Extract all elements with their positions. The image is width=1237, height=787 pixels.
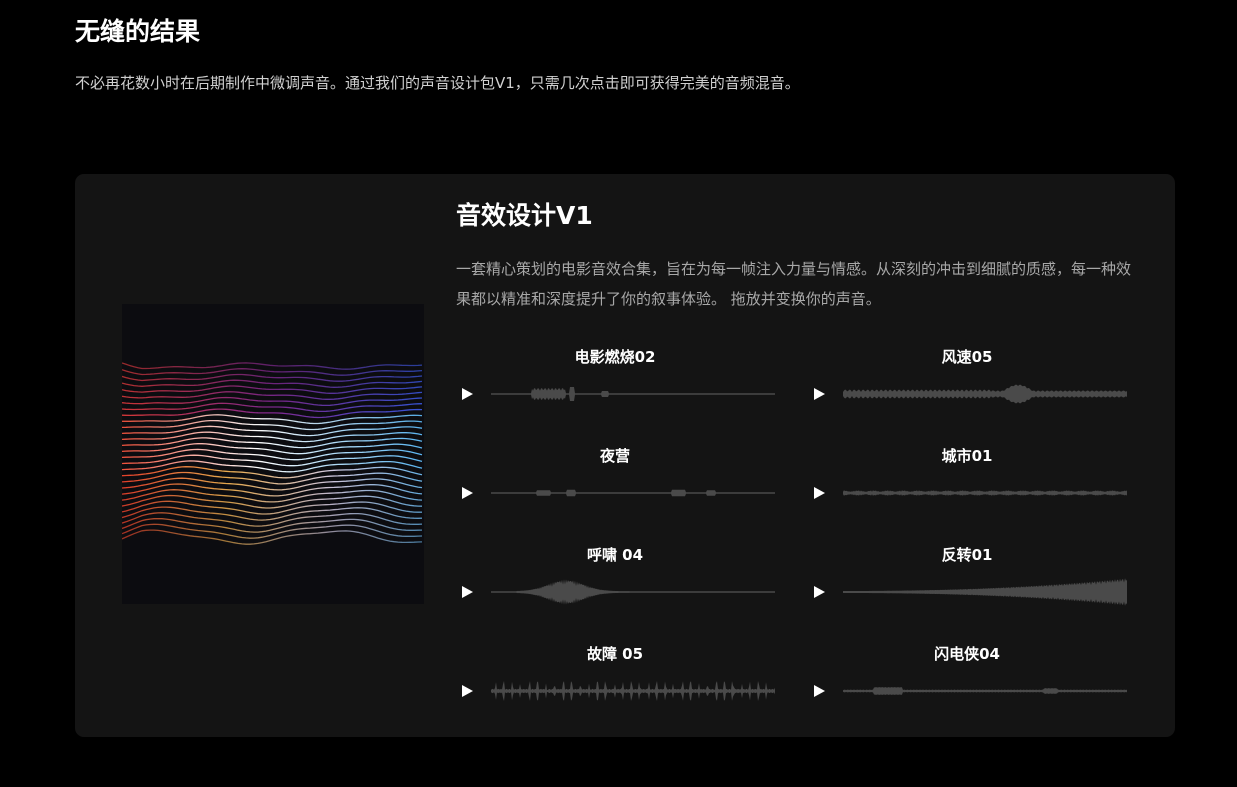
play-button[interactable]	[456, 679, 480, 703]
track-name: 故障 05	[586, 645, 644, 663]
track-item: 闪电侠04	[808, 644, 1128, 714]
play-button[interactable]	[808, 679, 832, 703]
waveform[interactable]	[491, 673, 775, 709]
play-icon	[462, 487, 473, 499]
waveform-shape	[843, 384, 1127, 404]
play-icon	[814, 685, 825, 697]
section-title: 无缝的结果	[75, 17, 201, 46]
art-wave-line	[122, 402, 423, 413]
waveform-shape	[491, 579, 775, 605]
track-item: 城市01	[808, 446, 1128, 516]
play-button[interactable]	[808, 382, 832, 406]
product-description: 一套精心策划的电影音效合集，旨在为每一帧注入力量与情感。从深刻的冲击到细腻的质感…	[456, 260, 1132, 308]
art-wave-line	[122, 471, 423, 485]
art-wave-line	[122, 414, 423, 425]
track-name: 夜营	[599, 447, 630, 465]
art-wave-line	[122, 443, 423, 455]
waveform[interactable]	[491, 574, 775, 610]
waveform[interactable]	[843, 574, 1127, 610]
play-icon	[814, 487, 825, 499]
art-wave-line	[122, 419, 423, 431]
art-wave-line	[122, 385, 423, 394]
play-icon	[462, 388, 473, 400]
play-icon	[462, 685, 473, 697]
art-wave-line	[122, 391, 423, 400]
track-item: 电影燃烧02	[456, 347, 776, 417]
art-wave-line	[122, 373, 423, 382]
play-button[interactable]	[808, 580, 832, 604]
waveform-shape	[491, 681, 775, 701]
track-name: 城市01	[941, 447, 993, 465]
waveform[interactable]	[843, 673, 1127, 709]
play-button[interactable]	[456, 481, 480, 505]
product-title: 音效设计V1	[456, 201, 593, 230]
art-wave-line	[122, 477, 423, 491]
track-item: 呼啸 04	[456, 545, 776, 615]
track-item: 风速05	[808, 347, 1128, 417]
play-icon	[814, 586, 825, 598]
waveform-shape	[843, 687, 1127, 695]
art-wave-line	[122, 368, 423, 376]
waveform-shape	[843, 578, 1127, 606]
waveform[interactable]	[491, 475, 775, 511]
track-item: 故障 05	[456, 644, 776, 714]
art-wave-line	[122, 362, 423, 370]
track-name: 呼啸 04	[586, 546, 644, 564]
art-wave-line	[122, 408, 423, 419]
art-wave-line	[122, 460, 423, 473]
play-button[interactable]	[808, 481, 832, 505]
track-name: 电影燃烧02	[574, 348, 656, 366]
waveform[interactable]	[843, 376, 1127, 412]
art-wave-line	[122, 379, 423, 388]
play-button[interactable]	[456, 580, 480, 604]
waveform[interactable]	[491, 376, 775, 412]
track-name: 反转01	[941, 546, 993, 564]
track-item: 反转01	[808, 545, 1128, 615]
section-description: 不必再花数小时在后期制作中微调声音。通过我们的声音设计包V1，只需几次点击即可获…	[75, 74, 800, 92]
play-icon	[462, 586, 473, 598]
track-name: 风速05	[941, 348, 993, 366]
play-icon	[814, 388, 825, 400]
waveform-shape	[843, 490, 1127, 496]
waveform-art-icon	[122, 304, 424, 604]
waveform[interactable]	[843, 475, 1127, 511]
track-name: 闪电侠04	[934, 645, 1000, 663]
waveform-shape	[491, 489, 775, 497]
track-item: 夜营	[456, 446, 776, 516]
art-wave-line	[122, 466, 423, 479]
waveform-shape	[491, 387, 775, 401]
art-wave-line	[122, 529, 423, 545]
art-wave-line	[122, 396, 423, 407]
product-card: 音效设计V1 一套精心策划的电影音效合集，旨在为每一帧注入力量与情感。从深刻的冲…	[75, 174, 1175, 737]
play-button[interactable]	[456, 382, 480, 406]
